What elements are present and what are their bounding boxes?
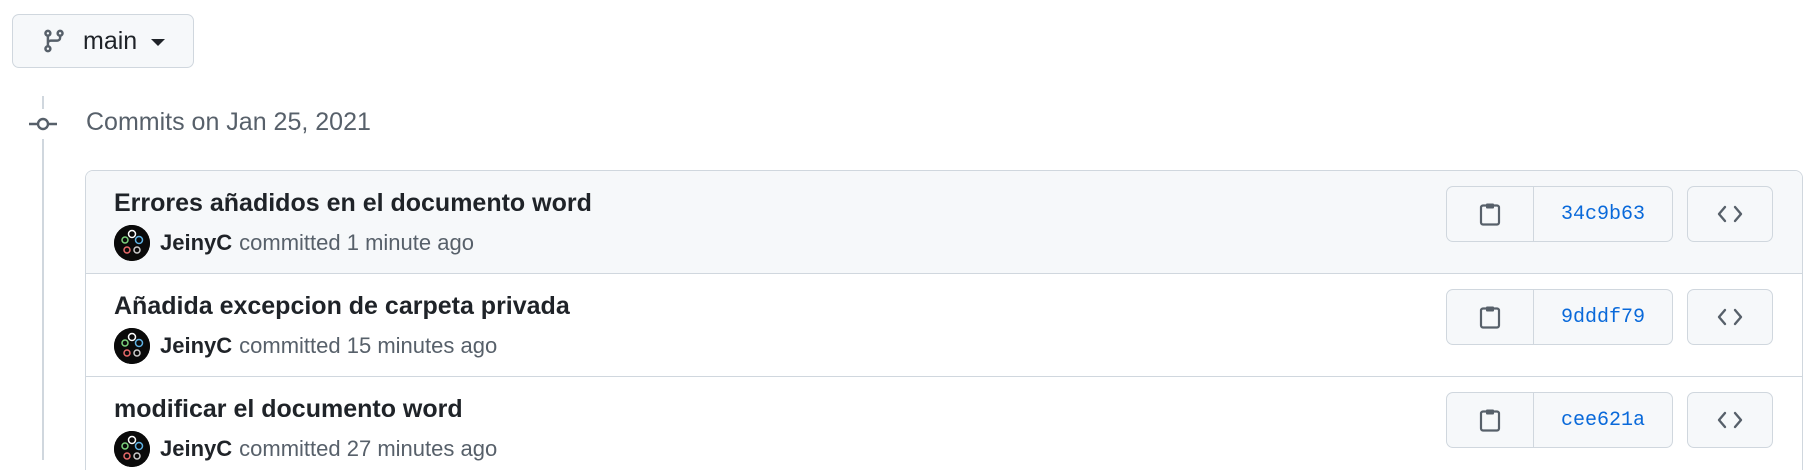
commit-list: Errores añadidos en el documento word Je… xyxy=(85,170,1803,470)
commit-author-link[interactable]: JeinyC xyxy=(160,436,232,462)
code-icon xyxy=(1717,308,1743,326)
clipboard-icon xyxy=(1479,409,1501,432)
code-icon xyxy=(1717,205,1743,223)
avatar[interactable] xyxy=(114,328,150,364)
commit-row: Añadida excepcion de carpeta privada Jei… xyxy=(86,274,1802,377)
commit-meta: JeinyC committed 15 minutes ago xyxy=(114,328,497,364)
commit-message-link[interactable]: Añadida excepcion de carpeta privada xyxy=(114,292,570,321)
code-icon xyxy=(1717,411,1743,429)
chevron-down-icon xyxy=(151,39,166,46)
avatar[interactable] xyxy=(114,431,150,467)
timeline-line xyxy=(42,96,44,460)
sha-button-group: cee621a xyxy=(1446,392,1673,448)
commit-meta: JeinyC committed 1 minute ago xyxy=(114,225,474,261)
commit-actions: cee621a xyxy=(1446,392,1773,448)
commit-sha-link[interactable]: 34c9b63 xyxy=(1534,187,1672,241)
commit-actions: 34c9b63 xyxy=(1446,186,1773,242)
commit-message-link[interactable]: Errores añadidos en el documento word xyxy=(114,189,592,218)
git-branch-icon xyxy=(41,28,67,54)
commit-meta: JeinyC committed 27 minutes ago xyxy=(114,431,497,467)
commit-author-link[interactable]: JeinyC xyxy=(160,230,232,256)
commit-author-link[interactable]: JeinyC xyxy=(160,333,232,359)
commit-message-link[interactable]: modificar el documento word xyxy=(114,395,463,424)
browse-repo-button[interactable] xyxy=(1687,186,1773,242)
sha-button-group: 9dddf79 xyxy=(1446,289,1673,345)
copy-sha-button[interactable] xyxy=(1447,393,1534,447)
browse-repo-button[interactable] xyxy=(1687,392,1773,448)
browse-repo-button[interactable] xyxy=(1687,289,1773,345)
copy-sha-button[interactable] xyxy=(1447,290,1534,344)
avatar[interactable] xyxy=(114,225,150,261)
commit-sha-link[interactable]: 9dddf79 xyxy=(1534,290,1672,344)
clipboard-icon xyxy=(1479,306,1501,329)
copy-sha-button[interactable] xyxy=(1447,187,1534,241)
sha-button-group: 34c9b63 xyxy=(1446,186,1673,242)
commit-actions: 9dddf79 xyxy=(1446,289,1773,345)
branch-select-button[interactable]: main xyxy=(12,14,194,68)
commit-time: committed 27 minutes ago xyxy=(239,436,498,461)
clipboard-icon xyxy=(1479,203,1501,226)
branch-name: main xyxy=(83,26,138,55)
commit-row: Errores añadidos en el documento word Je… xyxy=(86,171,1802,274)
commit-sha-link[interactable]: cee621a xyxy=(1534,393,1672,447)
commit-group-title: Commits on Jan 25, 2021 xyxy=(86,108,371,136)
commit-time: committed 1 minute ago xyxy=(239,230,474,255)
commit-row: modificar el documento word JeinyC commi… xyxy=(86,377,1802,470)
git-commit-icon xyxy=(26,109,60,139)
commit-time: committed 15 minutes ago xyxy=(239,333,498,358)
